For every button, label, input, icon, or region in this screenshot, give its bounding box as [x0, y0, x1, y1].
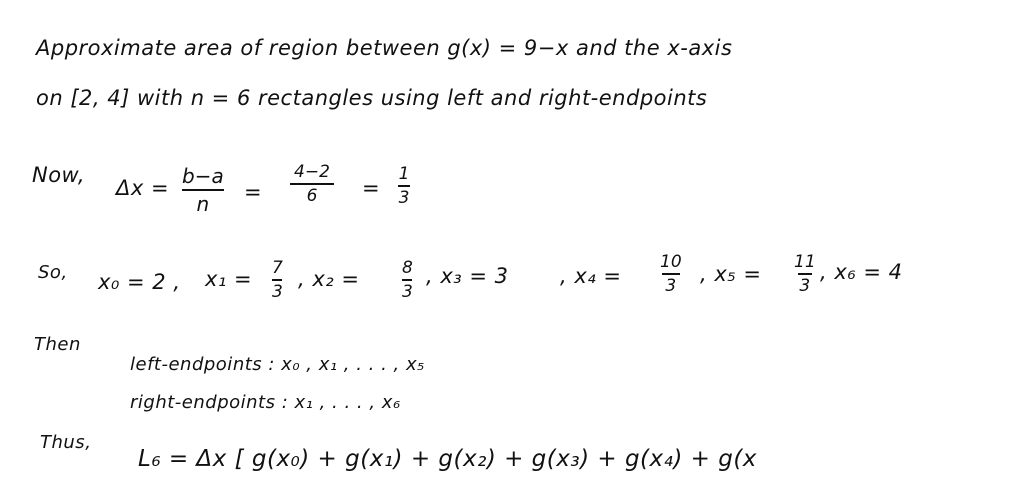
x6-value: , x₆ = 4	[820, 260, 903, 284]
fraction-bar	[797, 273, 812, 275]
problem-line-1: Approximate area of region between g(x) …	[36, 36, 733, 60]
fraction-denominator: 3	[398, 188, 410, 208]
thus-label: Thus,	[40, 432, 92, 453]
fraction-denominator: 3	[799, 276, 811, 296]
x4-lhs: , x₄ =	[560, 264, 622, 288]
equals-sign: =	[362, 176, 381, 200]
x3-value: , x₃ = 3	[426, 264, 509, 288]
equals-sign: =	[244, 180, 263, 204]
x4-fraction: 10 3	[660, 252, 682, 296]
fraction-numerator: 10	[660, 252, 682, 272]
fraction-numerator: 1	[398, 164, 410, 184]
fraction-numerator: 11	[794, 252, 816, 272]
fraction-bar	[272, 279, 283, 281]
left-endpoints-line: left-endpoints : x₀ , x₁ , . . . , x₅	[130, 354, 425, 375]
x1-lhs: x₁ =	[205, 267, 253, 291]
fraction-numerator: 8	[402, 258, 413, 278]
now-label: Now,	[32, 163, 86, 187]
then-label: Then	[34, 334, 81, 355]
fraction-one-third: 1 3	[398, 164, 410, 208]
fraction-numerator: b−a	[182, 164, 224, 188]
fraction-bar	[661, 273, 680, 275]
x2-fraction: 8 3	[402, 258, 413, 302]
fraction-denominator: 3	[272, 282, 283, 302]
fraction-bar	[182, 189, 224, 191]
x1-fraction: 7 3	[272, 258, 283, 302]
fraction-bar	[290, 183, 334, 185]
x0-value: x₀ = 2 ,	[98, 270, 181, 294]
x5-lhs: , x₅ =	[700, 262, 762, 286]
fraction-denominator: 3	[665, 276, 677, 296]
x2-lhs: , x₂ =	[298, 267, 360, 291]
fraction-bar	[398, 185, 410, 187]
problem-line-2: on [2, 4] with n = 6 rectangles using le…	[36, 86, 708, 110]
fraction-denominator: 6	[306, 186, 318, 206]
fraction-denominator: 3	[402, 282, 413, 302]
fraction-numerator: 4−2	[294, 162, 330, 182]
x5-fraction: 11 3	[794, 252, 816, 296]
fraction-numerator: 7	[272, 258, 283, 278]
left-sum-expression: L₆ = Δx [ g(x₀) + g(x₁) + g(x₂) + g(x₃) …	[138, 446, 757, 472]
so-label: So,	[38, 262, 68, 283]
fraction-denominator: n	[196, 192, 210, 216]
right-endpoints-line: right-endpoints : x₁ , . . . , x₆	[130, 392, 401, 413]
fraction-4-minus-2-over-6: 4−2 6	[290, 162, 334, 206]
delta-x-lhs: Δx =	[116, 176, 170, 200]
fraction-b-minus-a-over-n: b−a n	[182, 164, 224, 216]
fraction-bar	[402, 279, 413, 281]
